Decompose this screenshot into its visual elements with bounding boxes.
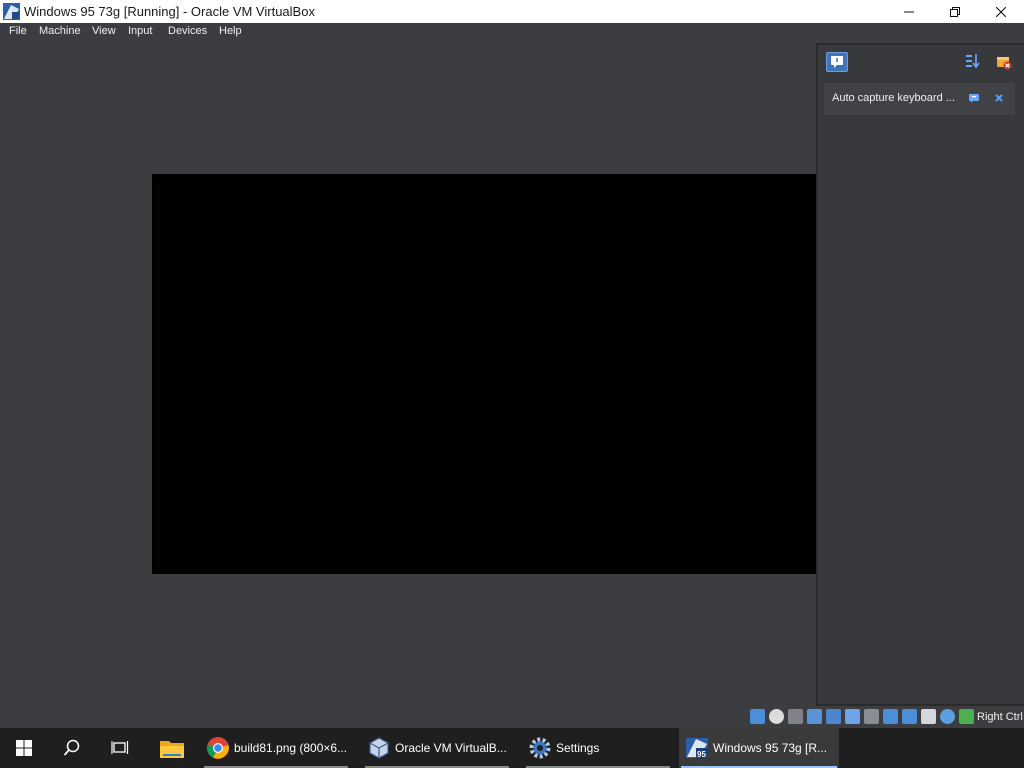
taskbar: build81.png (800×6... Oracle VM VirtualB… xyxy=(0,728,1024,768)
restore-icon xyxy=(950,6,960,17)
network-icon[interactable] xyxy=(826,709,841,724)
vm-windows95-icon: 95 xyxy=(686,738,708,759)
menu-devices[interactable]: Devices xyxy=(168,25,207,37)
menu-help[interactable]: Help xyxy=(219,25,242,37)
search-button[interactable] xyxy=(48,728,96,768)
settings-gear-icon xyxy=(529,737,551,759)
close-window-button[interactable] xyxy=(978,0,1024,23)
chrome-icon xyxy=(207,737,229,759)
taskbar-app-chrome[interactable]: build81.png (800×6... xyxy=(200,728,352,768)
sort-notifications-button[interactable] xyxy=(964,52,982,70)
close-icon xyxy=(996,6,1006,17)
taskbar-app-label: build81.png (800×6... xyxy=(234,741,348,755)
clear-all-notifications-button[interactable] xyxy=(994,52,1014,72)
notification-text: Auto capture keyboard ... xyxy=(832,92,955,104)
display-icon[interactable] xyxy=(883,709,898,724)
taskbar-app-virtualbox-manager[interactable]: Oracle VM VirtualB... xyxy=(361,728,513,768)
hard-disk-icon[interactable] xyxy=(750,709,765,724)
task-view-button[interactable] xyxy=(96,728,144,768)
task-view-icon xyxy=(111,741,129,754)
search-icon xyxy=(63,739,80,756)
close-icon[interactable] xyxy=(993,92,1005,104)
minimize-button[interactable] xyxy=(886,0,932,23)
recording-icon[interactable] xyxy=(902,709,917,724)
file-explorer-icon xyxy=(160,741,184,758)
virtualbox-window: Windows 95 73g [Running] - Oracle VM Vir… xyxy=(0,0,1024,728)
taskbar-app-label: Windows 95 73g [R... xyxy=(713,741,828,755)
guest-display[interactable] xyxy=(152,174,817,574)
taskbar-app-settings[interactable]: Settings xyxy=(522,728,674,768)
notification-center: Auto capture keyboard ... xyxy=(816,43,1024,706)
sort-icon xyxy=(966,54,980,69)
keyboard-capture-icon[interactable] xyxy=(959,709,974,724)
menu-view[interactable]: View xyxy=(92,25,116,37)
windows-start-icon xyxy=(16,740,32,756)
audio-icon[interactable] xyxy=(807,709,822,724)
menu-bar: File Machine View Input Devices Help xyxy=(0,23,1024,42)
taskbar-app-label: Oracle VM VirtualB... xyxy=(395,741,507,755)
usb-icon[interactable] xyxy=(845,709,860,724)
file-explorer-button[interactable] xyxy=(148,728,196,768)
shared-folders-icon[interactable] xyxy=(864,709,879,724)
taskbar-app-vm-window[interactable]: 95 Windows 95 73g [R... xyxy=(679,728,839,768)
cpu-icon[interactable] xyxy=(921,709,936,724)
svg-text:95: 95 xyxy=(697,750,706,759)
title-bar[interactable]: Windows 95 73g [Running] - Oracle VM Vir… xyxy=(0,0,1024,23)
menu-input[interactable]: Input xyxy=(128,25,152,37)
maximize-button[interactable] xyxy=(932,0,978,23)
notification-center-toggle-button[interactable] xyxy=(826,52,848,72)
mouse-integration-icon[interactable] xyxy=(940,709,955,724)
host-key-label[interactable]: Right Ctrl xyxy=(977,711,1023,723)
menu-machine[interactable]: Machine xyxy=(39,25,81,37)
notification-item: Auto capture keyboard ... xyxy=(824,83,1015,115)
menu-file[interactable]: File xyxy=(9,25,27,37)
start-button[interactable] xyxy=(0,728,48,768)
optical-drive-icon[interactable] xyxy=(769,709,784,724)
virtualbox-icon xyxy=(369,737,389,759)
floppy-icon[interactable] xyxy=(788,709,803,724)
window-title: Windows 95 73g [Running] - Oracle VM Vir… xyxy=(24,4,315,19)
clear-all-icon xyxy=(997,57,1012,70)
virtualbox-vm-icon xyxy=(3,3,20,20)
help-icon[interactable] xyxy=(968,92,980,104)
notification-bell-icon xyxy=(831,56,843,68)
minimize-icon xyxy=(904,11,914,12)
status-bar: Right Ctrl xyxy=(748,708,1024,726)
taskbar-app-label: Settings xyxy=(556,741,600,755)
